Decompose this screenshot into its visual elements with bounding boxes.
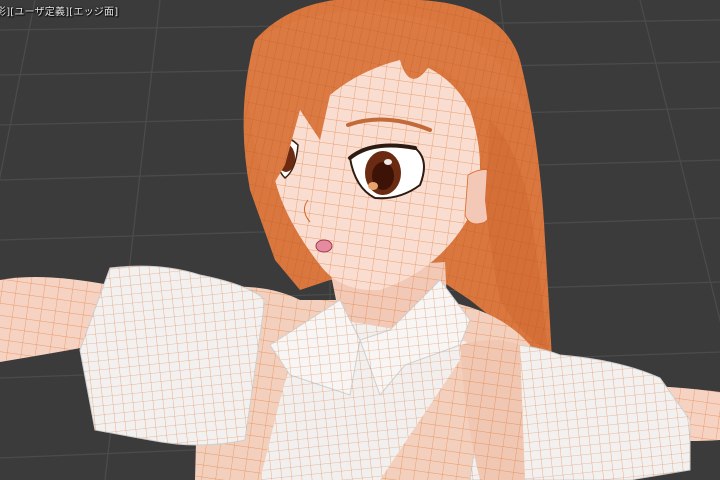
- 3d-viewport[interactable]: 影][ユーザ定義][エッジ面]: [0, 0, 720, 480]
- left-sleeve: [79, 265, 266, 446]
- character-model[interactable]: [0, 0, 720, 480]
- viewport-header-label: 影][ユーザ定義][エッジ面]: [0, 7, 119, 18]
